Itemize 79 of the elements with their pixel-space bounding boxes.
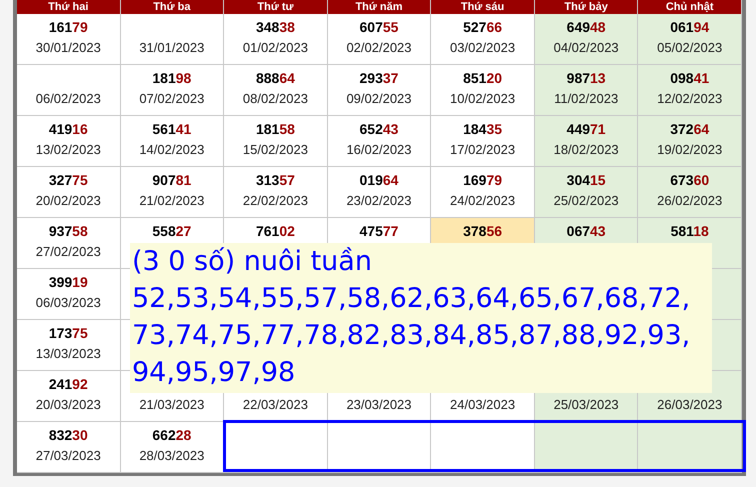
- draw-date: 07/02/2023: [139, 91, 204, 106]
- lottery-number: 90781: [152, 172, 192, 188]
- lottery-number: 98713: [566, 70, 606, 86]
- lottery-number: 76102: [256, 223, 295, 239]
- draw-date: 27/02/2023: [36, 244, 101, 259]
- draw-date: 27/03/2023: [36, 448, 101, 463]
- draw-date: 20/03/2023: [36, 397, 101, 412]
- draw-date: 13/02/2023: [36, 142, 101, 157]
- draw-date: 21/03/2023: [139, 397, 204, 412]
- lottery-number: 41916: [48, 121, 88, 137]
- draw-date: 06/03/2023: [36, 295, 101, 310]
- draw-date: 11/02/2023: [554, 91, 618, 106]
- draw-date: 17/02/2023: [450, 142, 516, 157]
- draw-date: 16/02/2023: [346, 142, 412, 157]
- lottery-number: 17375: [48, 325, 88, 341]
- draw-date: 02/02/2023: [346, 40, 412, 55]
- lottery-number: 06743: [566, 223, 606, 239]
- lottery-number: 85120: [463, 70, 502, 86]
- draw-date: 09/02/2023: [346, 91, 412, 106]
- lottery-number: 83230: [48, 427, 88, 443]
- draw-date: 26/02/2023: [657, 193, 722, 208]
- draw-date: 31/01/2023: [139, 40, 204, 55]
- draw-date: 03/02/2023: [450, 40, 516, 55]
- lottery-number: 56141: [152, 121, 192, 137]
- lottery-number: 47577: [360, 223, 398, 239]
- draw-date: 25/03/2023: [554, 397, 619, 412]
- draw-date: 05/02/2023: [657, 40, 722, 55]
- lottery-number: 66228: [152, 427, 192, 443]
- draw-date: 18/02/2023: [554, 142, 619, 157]
- lottery-number: 01964: [360, 172, 398, 188]
- draw-date: 08/02/2023: [242, 91, 308, 106]
- lottery-number: 18198: [152, 70, 192, 86]
- lottery-number: 16979: [463, 172, 502, 188]
- lottery-number: 44971: [566, 121, 606, 137]
- lottery-number: 16179: [48, 19, 88, 35]
- draw-date: 20/02/2023: [36, 193, 101, 208]
- lottery-number: 18158: [256, 121, 295, 137]
- lottery-number: 24192: [48, 376, 88, 392]
- draw-date: 15/02/2023: [242, 142, 308, 157]
- draw-date: 22/02/2023: [242, 193, 308, 208]
- lottery-number: 09841: [670, 70, 710, 86]
- draw-date: 24/02/2023: [450, 193, 516, 208]
- lottery-number: 58118: [670, 223, 709, 239]
- lottery-number: 67360: [670, 172, 710, 188]
- overlay-note: (3 0 số) nuôi tuần 52,53,54,55,57,58,62,63,64,65,67,68,72, 73,74,75,77,78,82,83,84,85,87,88,92,93, 94,95,97,98: [130, 243, 712, 393]
- draw-date: 30/01/2023: [36, 40, 101, 55]
- draw-date: 06/02/2023: [36, 91, 101, 106]
- draw-date: 24/03/2023: [450, 397, 516, 412]
- draw-date: 22/03/2023: [242, 397, 308, 412]
- lottery-number: 37264: [670, 121, 710, 137]
- lottery-number: 37856: [463, 223, 502, 239]
- lottery-number: 60755: [360, 19, 398, 35]
- draw-date: 23/03/2023: [346, 397, 412, 412]
- lottery-number: 06194: [670, 19, 710, 35]
- lottery-number: 30415: [566, 172, 606, 188]
- draw-date: 01/02/2023: [242, 40, 308, 55]
- draw-date: 14/02/2023: [139, 142, 204, 157]
- draw-date: 26/03/2023: [657, 397, 722, 412]
- lottery-number: 88864: [256, 70, 295, 86]
- draw-date: 13/03/2023: [36, 346, 101, 361]
- lottery-number: 29337: [360, 70, 398, 86]
- lottery-number: 32775: [48, 172, 88, 188]
- lottery-number: 52766: [463, 19, 502, 35]
- draw-date: 12/02/2023: [657, 91, 722, 106]
- draw-date: 04/02/2023: [554, 40, 619, 55]
- lottery-number: 64948: [566, 19, 606, 35]
- draw-date: 19/02/2023: [657, 142, 722, 157]
- draw-date: 28/03/2023: [139, 448, 204, 463]
- lottery-number: 18435: [463, 121, 502, 137]
- lottery-number: 93758: [48, 223, 88, 239]
- draw-date: 23/02/2023: [346, 193, 412, 208]
- draw-date: 21/02/2023: [139, 193, 204, 208]
- lottery-number: 34838: [256, 19, 295, 35]
- lottery-number: 55827: [152, 223, 192, 239]
- lottery-number: 31357: [256, 172, 295, 188]
- draw-date: 25/02/2023: [554, 193, 619, 208]
- draw-date: 10/02/2023: [450, 91, 516, 106]
- lottery-number: 65243: [360, 121, 398, 137]
- lottery-number: 39919: [48, 274, 88, 290]
